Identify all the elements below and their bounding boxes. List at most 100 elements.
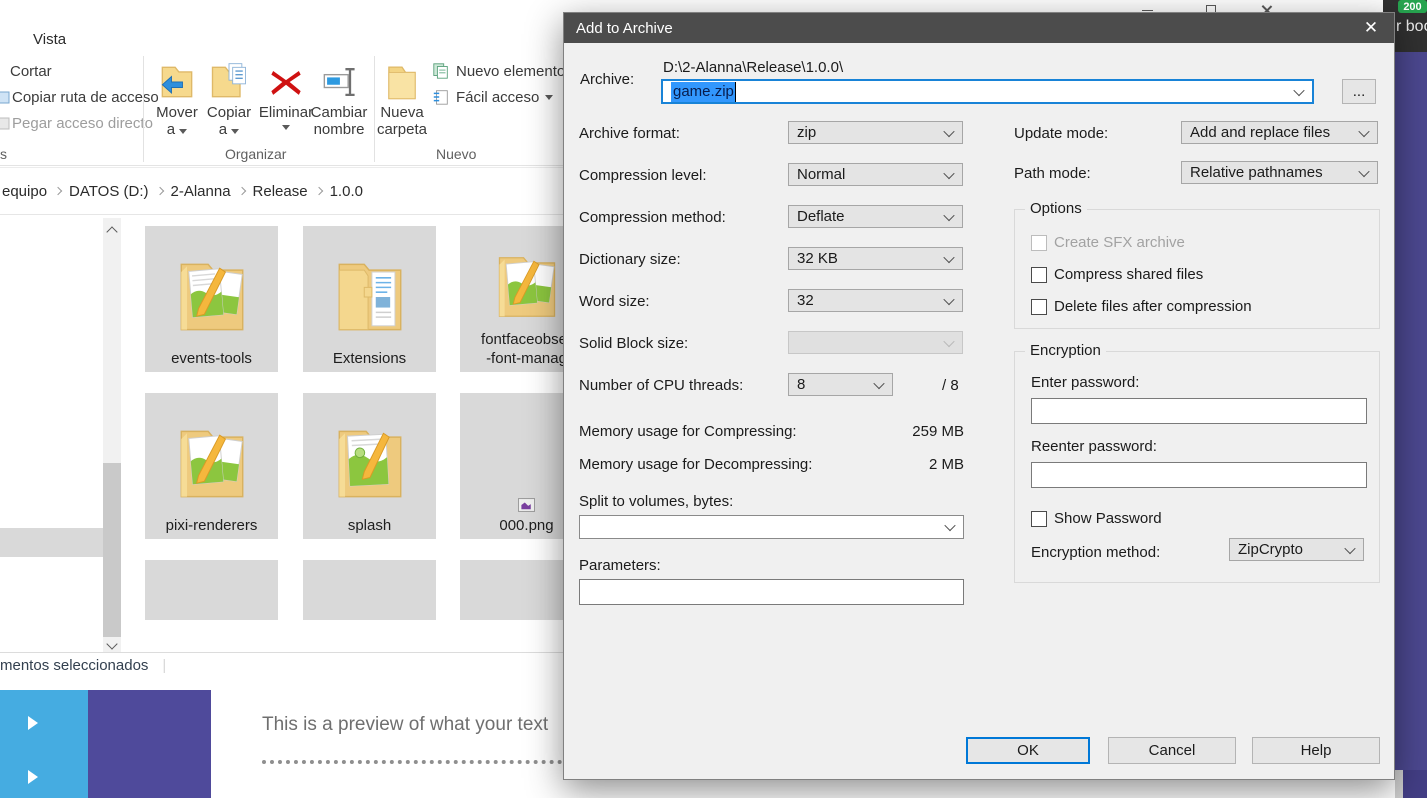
chevron-down-icon (944, 520, 955, 531)
ribbon-button-cambiar-nombre[interactable]: Cambiar nombre (309, 60, 369, 138)
dropdown-arrow-icon (545, 95, 553, 100)
word-size-select[interactable]: 32 (788, 289, 963, 312)
archive-path: D:\2-Alanna\Release\1.0.0\ (663, 59, 843, 76)
cpu-threads-label: Number of CPU threads: (579, 377, 743, 394)
dictionary-size-label: Dictionary size: (579, 251, 681, 268)
dictionary-size-select[interactable]: 32 KB (788, 247, 963, 270)
breadcrumb: equipo DATOS (D:) 2-Alanna Release 1.0.0 (0, 167, 563, 215)
new-folder-icon (381, 60, 423, 104)
folder-documents-icon (164, 412, 260, 516)
file-tile-clipped[interactable] (145, 560, 278, 620)
path-mode-select[interactable]: Relative pathnames (1181, 161, 1378, 184)
background-scrollbar-thumb[interactable] (1395, 770, 1403, 798)
file-tile-events-tools[interactable]: events-tools (145, 226, 278, 372)
solid-block-size-select (788, 331, 963, 354)
move-to-icon (155, 60, 199, 104)
compression-method-label: Compression method: (579, 209, 726, 226)
play-arrow-icon[interactable] (28, 716, 38, 730)
parameters-input[interactable] (579, 579, 964, 605)
dropdown-arrow-icon (282, 125, 290, 130)
archive-name-combobox[interactable]: game.zip (661, 79, 1314, 104)
ribbon-item-pegar-acceso[interactable]: Pegar acceso directo (12, 115, 153, 132)
help-button[interactable]: Help (1252, 737, 1380, 764)
group-label-clipboard-fragment: s (0, 146, 7, 162)
ribbon-button-copiar-a[interactable]: Copiar a (199, 60, 259, 138)
archive-label: Archive: (580, 71, 634, 88)
enter-password-label: Enter password: (1031, 374, 1139, 391)
chevron-down-icon (873, 377, 884, 388)
ok-button[interactable]: OK (966, 737, 1090, 764)
preview-blue-panel (0, 690, 88, 798)
cancel-button[interactable]: Cancel (1108, 737, 1236, 764)
breadcrumb-item-equipo[interactable]: equipo (2, 183, 47, 200)
file-list-scrollbar-thumb[interactable] (103, 463, 121, 637)
folder-document-icon (322, 412, 418, 516)
chevron-down-icon (943, 125, 954, 136)
status-badge: 200 (1398, 0, 1427, 13)
path-mode-label: Path mode: (1014, 165, 1091, 182)
breadcrumb-item-datos[interactable]: DATOS (D:) (69, 183, 148, 200)
enter-password-input[interactable] (1031, 398, 1367, 424)
group-label-nuevo: Nuevo (436, 146, 476, 162)
ribbon-button-nueva-carpeta[interactable]: Nueva carpeta (372, 60, 432, 138)
parameters-label: Parameters: (579, 557, 661, 574)
delete-icon (264, 60, 308, 104)
cpu-threads-select[interactable]: 8 (788, 373, 893, 396)
nav-pane-selected-item[interactable] (0, 528, 103, 557)
ribbon-button-mover-a[interactable]: Mover a (147, 60, 207, 138)
dialog-title: Add to Archive (576, 20, 673, 37)
encryption-method-select[interactable]: ZipCrypto (1229, 538, 1364, 561)
checkbox-icon (1031, 511, 1047, 527)
reenter-password-label: Reenter password: (1031, 438, 1157, 455)
preview-purple-panel (88, 690, 211, 798)
cpu-threads-max: / 8 (942, 377, 959, 394)
ribbon-separator (143, 56, 144, 162)
delete-after-checkbox[interactable]: Delete files after compression (1031, 298, 1252, 315)
ribbon-button-nuevo-elemento[interactable]: Nuevo elemento (432, 62, 579, 80)
encryption-method-label: Encryption method: (1031, 544, 1160, 561)
compress-shared-checkbox[interactable]: Compress shared files (1031, 266, 1203, 283)
options-title: Options (1025, 200, 1087, 217)
image-file-icon (518, 498, 535, 512)
breadcrumb-item-release[interactable]: Release (253, 183, 308, 200)
file-tile-splash[interactable]: splash (303, 393, 436, 539)
ribbon-item-cortar[interactable]: Cortar (10, 63, 52, 80)
encryption-title: Encryption (1025, 342, 1106, 359)
group-label-organizar: Organizar (225, 146, 286, 162)
compression-level-select[interactable]: Normal (788, 163, 963, 186)
solid-block-size-label: Solid Block size: (579, 335, 688, 352)
dialog-titlebar[interactable]: Add to Archive ✕ (564, 13, 1394, 43)
show-password-checkbox[interactable]: Show Password (1031, 510, 1162, 527)
background-text-fragment: r boo (1396, 18, 1427, 36)
file-tile-clipped[interactable] (303, 560, 436, 620)
ribbon-button-eliminar[interactable]: Eliminar (256, 60, 316, 130)
breadcrumb-separator-icon (155, 186, 163, 194)
update-mode-select[interactable]: Add and replace files (1181, 121, 1378, 144)
reenter-password-input[interactable] (1031, 462, 1367, 488)
chevron-down-icon (1358, 165, 1369, 176)
folder-documents-icon (164, 245, 260, 349)
ribbon-item-copiar-ruta[interactable]: Copiar ruta de acceso (12, 89, 159, 106)
dropdown-arrow-icon (231, 129, 239, 134)
close-button[interactable]: ✕ (1358, 16, 1384, 40)
encryption-groupbox: Encryption Enter password: Reenter passw… (1014, 351, 1380, 583)
chevron-down-icon (943, 293, 954, 304)
compression-method-select[interactable]: Deflate (788, 205, 963, 228)
archive-format-select[interactable]: zip (788, 121, 963, 144)
breadcrumb-item-100[interactable]: 1.0.0 (330, 183, 363, 200)
tab-vista[interactable]: Vista (33, 31, 66, 48)
ribbon-button-facil-acceso[interactable]: Fácil acceso (432, 88, 553, 106)
preview-dotted-line (262, 760, 562, 764)
split-volumes-combobox[interactable] (579, 515, 964, 539)
ribbon-bottom-border (0, 165, 563, 166)
chevron-down-icon (1344, 542, 1355, 553)
breadcrumb-item-2-alanna[interactable]: 2-Alanna (171, 183, 231, 200)
file-tile-extensions[interactable]: Extensions (303, 226, 436, 372)
browse-button[interactable]: ... (1342, 79, 1376, 104)
checkbox-icon (1031, 267, 1047, 283)
copy-path-icon (0, 90, 10, 104)
minimize-icon (1142, 10, 1153, 11)
file-tile-pixi-renderers[interactable]: pixi-renderers (145, 393, 278, 539)
background-panel-corner (1403, 770, 1427, 798)
play-arrow-icon[interactable] (28, 770, 38, 784)
